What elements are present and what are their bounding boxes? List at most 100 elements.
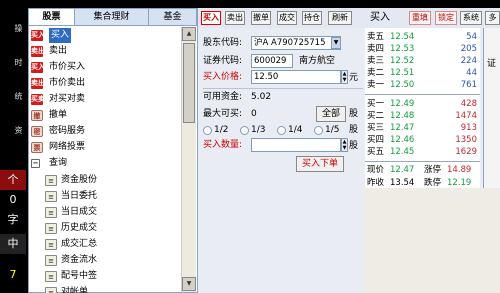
document-icon: ≡ — [45, 207, 57, 218]
strip-char: 0 — [9, 193, 17, 206]
scroll-down-icon[interactable]: ▼ — [182, 277, 196, 291]
qty-unit: 股 — [349, 141, 359, 151]
tree-item-fund-flow[interactable]: ≡ 资金流水 — [29, 253, 179, 268]
current-price-row: 现价 12.47 涨停 14.89 — [367, 165, 472, 175]
buy-row-1: 买一 12.49 428 — [367, 99, 477, 109]
tree-item-query[interactable]: − 查询 — [29, 156, 179, 171]
tree-item-funds-shares[interactable]: ≡ 资金股份 — [29, 173, 179, 188]
strip-char: 7 — [9, 268, 17, 281]
strip-char: 个 — [0, 170, 26, 190]
sell-row-5: 卖五 12.54 54 — [367, 32, 477, 42]
qty-input[interactable] — [251, 138, 341, 152]
tree-item-password[interactable]: 密密码服务 — [29, 124, 179, 139]
toolbar-deals-button[interactable]: 成交 — [277, 11, 297, 25]
code-label: 证券代码: — [203, 56, 243, 66]
side-panel-label: 证 — [487, 59, 497, 69]
account-label: 股东代码: — [203, 38, 243, 48]
strip-char: 中 — [0, 234, 26, 254]
radio-quarter[interactable] — [277, 126, 286, 135]
strip-text: 统 — [14, 92, 23, 100]
hand-icon: 密 — [31, 126, 43, 137]
buy-icon: 买入 — [31, 30, 45, 41]
category-tabs: 股票 集合理财 基金 — [29, 9, 197, 26]
strip-text: 操 — [14, 24, 23, 32]
buy-form: 股东代码: 沪A A790725715 ▼ 证券代码: 600029 南方航空 … — [203, 34, 363, 284]
scroll-up-icon[interactable]: ▲ — [182, 27, 196, 41]
price-stepper[interactable]: ▲ ▼ — [341, 70, 348, 84]
tree-item-buy[interactable]: 买入 买入 — [29, 28, 179, 43]
sell-row-4: 卖四 12.53 205 — [367, 44, 477, 54]
shares-unit: 股 — [349, 109, 359, 119]
stock-name: 南方航空 — [299, 56, 336, 66]
price-label: 买入价格: — [203, 72, 243, 82]
lock-button[interactable]: 锁定 — [435, 11, 457, 25]
all-button[interactable]: 全部 — [316, 106, 346, 122]
tree-item-cancel[interactable]: 撤撤单 — [29, 108, 179, 123]
tree-item-deal-summary[interactable]: ≡ 成交汇总 — [29, 237, 179, 252]
account-select[interactable]: 沪A A790725715 — [251, 36, 341, 50]
document-icon: ≡ — [45, 271, 57, 282]
tab-collective-finance[interactable]: 集合理财 — [75, 9, 149, 25]
document-icon: ≡ — [45, 255, 57, 266]
radio-third[interactable] — [240, 126, 249, 135]
scrollbar-thumb[interactable] — [183, 43, 195, 123]
tree-item-today-orders[interactable]: ≡ 当日委托 — [29, 189, 179, 204]
radio-fifth[interactable] — [314, 126, 323, 135]
tree-item-today-deals[interactable]: ≡ 当日成交 — [29, 205, 179, 220]
hand-icon: 票 — [31, 142, 43, 153]
tree-item-market-sell[interactable]: 卖出 市价卖出 — [29, 76, 179, 91]
tree-item-allotment[interactable]: ≡ 配号中签 — [29, 269, 179, 284]
buy-row-5: 买五 12.45 1629 — [367, 147, 477, 157]
tree-item-sell[interactable]: 卖出 卖出 — [29, 44, 179, 59]
multi-account-button[interactable]: 多帐 — [485, 11, 500, 25]
tab-stocks[interactable]: 股票 — [29, 9, 75, 25]
price-input[interactable]: 12.50 — [251, 70, 341, 84]
system-button[interactable]: 系统 — [460, 11, 482, 25]
tree-scrollbar[interactable]: ▲ ▼ — [181, 27, 196, 292]
buy-row-2: 买二 12.48 1474 — [367, 111, 477, 121]
radio-half[interactable] — [203, 126, 212, 135]
strip-char: 字 — [7, 213, 19, 226]
left-strip: 操 时 统 资 个 0 字 中 7 — [0, 0, 28, 293]
sell-row-2: 卖二 12.51 44 — [367, 68, 477, 78]
tree-item-vote[interactable]: 票网络投票 — [29, 140, 179, 155]
collapse-icon[interactable]: − — [31, 159, 40, 168]
reset-button[interactable]: 重填 — [409, 11, 431, 25]
toolbar-cancel-button[interactable]: 撤单 — [251, 11, 271, 25]
document-icon: ≡ — [45, 223, 57, 234]
max-label: 最大可买: — [203, 109, 243, 119]
price-unit: 元 — [349, 73, 359, 83]
qty-stepper[interactable]: ▲ ▼ — [341, 138, 348, 152]
function-tree: 买入 买入 卖出 卖出 买入 市价买入 卖出 市价卖出 买卖 对买对卖 撤撤单 密密码服务… — [29, 27, 181, 293]
toolbar-buy-button[interactable]: 买入 — [201, 11, 221, 25]
tree-item-market-buy[interactable]: 买入 市价买入 — [29, 60, 179, 75]
buy-row-3: 买三 12.47 913 — [367, 123, 477, 133]
document-icon: ≡ — [45, 287, 57, 293]
buy-row-4: 买四 12.46 1350 — [367, 135, 477, 145]
funds-label: 可用资金: — [203, 92, 243, 102]
toolbar-position-button[interactable]: 持仓 — [302, 11, 322, 25]
toolbar-refresh-button[interactable]: 刷新 — [328, 11, 352, 25]
trade-toolbar: 买入 卖出 撤单 成交 持仓 刷新 买入 重填 锁定 系统 多帐 — [198, 8, 500, 28]
tree-item-cross-trade[interactable]: 买卖 对买对卖 — [29, 92, 179, 107]
trade-panel: 买入 卖出 撤单 成交 持仓 刷新 买入 重填 锁定 系统 多帐 股东代码: 沪… — [198, 8, 500, 293]
sell-icon: 卖出 — [31, 78, 45, 89]
tab-funds[interactable]: 基金 — [149, 9, 197, 25]
empty-area — [363, 188, 500, 293]
buy-icon: 买入 — [31, 62, 45, 73]
chevron-down-icon[interactable]: ▼ — [331, 37, 341, 49]
buy-sell-icon: 买卖 — [31, 94, 45, 105]
strip-text: 时 — [14, 58, 23, 66]
toolbar-sell-button[interactable]: 卖出 — [225, 11, 245, 25]
tree-item-history-deals[interactable]: ≡ 历史成交 — [29, 221, 179, 236]
sell-row-1: 卖一 12.50 761 — [367, 80, 477, 90]
side-panel-edge: 证 — [483, 28, 500, 188]
qty-label: 买入数量: — [203, 140, 243, 150]
strip-text: 资 — [14, 126, 23, 134]
submit-buy-button[interactable]: 买入下单 — [296, 156, 344, 172]
code-input[interactable]: 600029 — [251, 54, 293, 68]
tree-item-statement[interactable]: ≡ 对帐单 — [29, 285, 179, 293]
funds-value: 5.02 — [251, 92, 272, 102]
document-icon: ≡ — [45, 175, 57, 186]
document-icon: ≡ — [45, 191, 57, 202]
